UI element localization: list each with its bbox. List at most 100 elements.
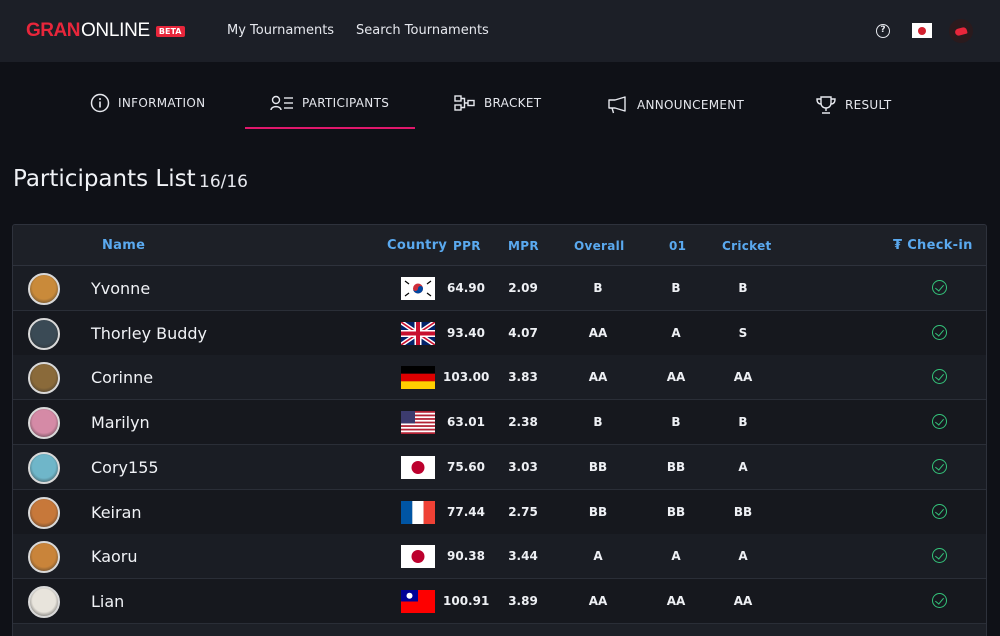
participants-count: 16/16 (199, 172, 248, 192)
germany-flag-icon (401, 366, 435, 390)
check-circle-icon (932, 324, 947, 340)
column-header-ppr[interactable]: PPR (453, 239, 481, 253)
tab-bracket[interactable]: BRACKET (454, 88, 541, 118)
check-circle-icon (932, 548, 947, 564)
check-circle-icon (932, 592, 947, 608)
cricket-rating: BB (733, 504, 753, 519)
ppr-value: 90.38 (447, 549, 485, 564)
cricket-rating: A (738, 459, 748, 474)
column-header-01[interactable]: 01 (669, 239, 686, 253)
participant-name[interactable]: Corinne (91, 368, 153, 387)
check-circle-icon (932, 503, 947, 519)
overall-rating: AA (588, 370, 608, 385)
tab-result[interactable]: RESULT (815, 90, 891, 120)
01-rating: B (671, 281, 681, 295)
tab-bracket-label: BRACKET (484, 96, 542, 110)
overall-rating: AA (588, 325, 608, 340)
column-header-checkin-label: Check-in (907, 238, 973, 253)
france-flag-icon (401, 500, 435, 524)
info-circle-icon (90, 93, 110, 113)
participants-table: Name Country PPR MPR Overall 01 Cricket … (12, 224, 987, 636)
participant-name[interactable]: Thorley Buddy (91, 324, 207, 343)
logo-gran-text: GRAN (26, 20, 80, 41)
participants-list-icon (270, 95, 293, 111)
column-header-country[interactable]: Country (387, 238, 447, 253)
cricket-rating: AA (733, 593, 753, 608)
avatar[interactable] (28, 407, 60, 440)
gran-online-logo[interactable]: GRAN ONLINE BETA (26, 20, 185, 42)
ppr-value: 93.40 (447, 325, 485, 340)
column-header-mpr[interactable]: MPR (508, 239, 539, 253)
cricket-rating: B (738, 281, 748, 295)
check-circle-icon (932, 280, 947, 295)
south-korea-flag-icon (401, 277, 435, 300)
01-rating: BB (666, 504, 686, 519)
check-circle-icon (932, 414, 947, 430)
column-header-name[interactable]: Name (102, 238, 145, 253)
overall-rating: BB (588, 459, 608, 474)
overall-rating: B (593, 415, 603, 430)
table-row[interactable]: Marilyn 63.01 2.38 B B B (13, 400, 986, 446)
avatar[interactable] (28, 317, 60, 350)
avatar[interactable] (28, 541, 60, 574)
avatar[interactable] (28, 496, 60, 529)
united-states-flag-icon (401, 411, 435, 435)
overall-rating: B (593, 281, 603, 295)
table-row[interactable]: Corinne 103.00 3.83 AA AA AA (13, 355, 986, 401)
mpr-value: 4.07 (508, 325, 538, 340)
participant-name[interactable]: Yvonne (91, 279, 150, 298)
check-circle-icon (932, 369, 947, 385)
mpr-value: 2.75 (508, 504, 538, 519)
mpr-value: 3.89 (508, 593, 538, 608)
user-avatar-icon[interactable] (949, 19, 973, 43)
participant-name[interactable]: Kaoru (91, 547, 138, 566)
column-header-cricket[interactable]: Cricket (722, 239, 772, 253)
01-rating: BB (666, 459, 686, 474)
tab-information[interactable]: INFORMATION (90, 88, 205, 118)
table-row[interactable]: Thorley Buddy 93.40 4.07 AA A S (13, 310, 986, 356)
avatar[interactable] (28, 585, 60, 618)
01-rating: AA (666, 593, 686, 608)
trophy-icon (816, 96, 836, 114)
check-circle-icon (932, 458, 947, 474)
01-rating: AA (666, 370, 686, 385)
logo-online-text: ONLINE (80, 20, 150, 41)
japan-flag-icon (401, 455, 435, 479)
nav-my-tournaments[interactable]: My Tournaments (227, 23, 334, 38)
taiwan-flag-icon (401, 589, 435, 613)
japan-flag-icon[interactable] (912, 23, 932, 38)
01-rating: A (671, 549, 681, 564)
tab-participants[interactable]: PARTICIPANTS (270, 88, 389, 118)
participant-name[interactable]: Cory155 (91, 458, 159, 477)
active-tab-indicator (245, 127, 415, 129)
cricket-rating: A (738, 549, 748, 564)
overall-rating: BB (588, 504, 608, 519)
ppr-value: 64.90 (447, 281, 485, 295)
participant-name[interactable]: Keiran (91, 503, 142, 522)
avatar[interactable] (28, 362, 60, 395)
avatar[interactable] (28, 451, 60, 484)
question-circle-icon[interactable]: ? (876, 24, 890, 38)
column-header-overall[interactable]: Overall (574, 239, 625, 253)
nav-search-tournaments[interactable]: Search Tournaments (356, 23, 489, 38)
table-row[interactable]: Yvonne 64.90 2.09 B B B (13, 266, 986, 311)
mpr-value: 3.44 (508, 549, 538, 564)
table-row[interactable]: Lian 100.91 3.89 AA AA AA (13, 578, 986, 624)
ppr-value: 75.60 (447, 459, 485, 474)
participant-name[interactable]: Lian (91, 592, 124, 611)
bracket-icon (454, 95, 475, 111)
table-row[interactable]: Cory155 75.60 3.03 BB BB A (13, 444, 986, 490)
table-row[interactable]: Kaoru 90.38 3.44 A A A (13, 534, 986, 580)
tab-announcement[interactable]: ANNOUNCEMENT (607, 90, 744, 120)
avatar[interactable] (28, 273, 60, 305)
01-rating: B (671, 415, 681, 430)
table-row[interactable]: Keiran 77.44 2.75 BB BB BB (13, 489, 986, 535)
cricket-rating: AA (733, 370, 753, 385)
table-header: Name Country PPR MPR Overall 01 Cricket … (13, 225, 986, 266)
united-kingdom-flag-icon (401, 321, 435, 345)
top-bar: GRAN ONLINE BETA My Tournaments Search T… (0, 0, 1000, 62)
participant-name[interactable]: Marilyn (91, 413, 150, 432)
column-header-checkin[interactable]: ₮ Check-in (893, 238, 973, 253)
page-title: Participants List (13, 166, 196, 192)
01-rating: A (671, 325, 681, 340)
